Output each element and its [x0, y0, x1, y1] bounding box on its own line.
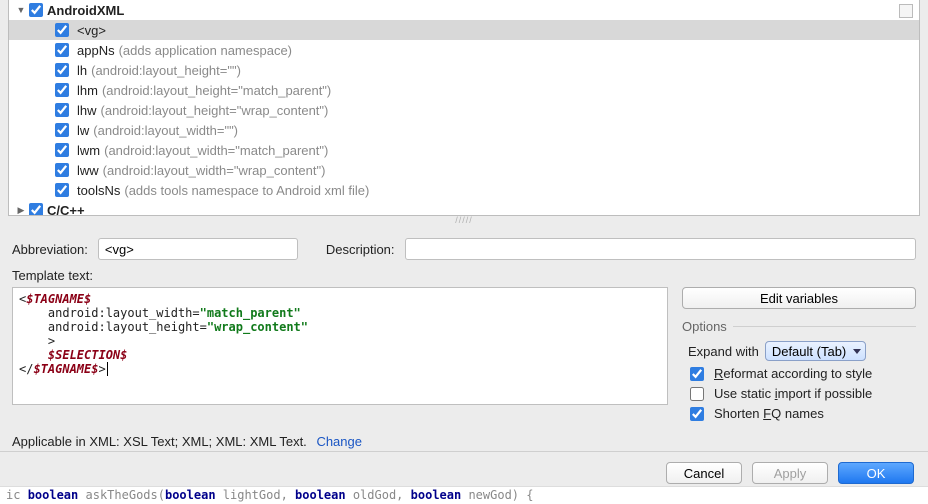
item-checkbox[interactable]	[55, 143, 69, 157]
item-abbr: lhw	[77, 103, 97, 118]
group-label: AndroidXML	[47, 3, 124, 18]
item-desc: (android:layout_height="match_parent")	[102, 83, 331, 98]
item-checkbox[interactable]	[55, 183, 69, 197]
template-tree[interactable]: ▼ AndroidXML <vg> appNs (adds applicatio…	[8, 0, 920, 216]
template-text-label: Template text:	[12, 268, 916, 283]
options-legend: Options	[682, 319, 733, 334]
item-abbr: lhm	[77, 83, 98, 98]
change-contexts-link[interactable]: Change	[316, 434, 362, 449]
group-checkbox[interactable]	[29, 203, 43, 216]
item-abbr: toolsNs	[77, 183, 120, 198]
tree-item[interactable]: lhm (android:layout_height="match_parent…	[9, 80, 919, 100]
static-import-checkbox[interactable]	[690, 387, 704, 401]
tree-group-androidxml[interactable]: ▼ AndroidXML	[9, 0, 919, 20]
item-desc: (adds application namespace)	[119, 43, 292, 58]
edit-variables-button[interactable]: Edit variables	[682, 287, 916, 309]
tree-item[interactable]: lw (android:layout_width="")	[9, 120, 919, 140]
tree-item[interactable]: lww (android:layout_width="wrap_content"…	[9, 160, 919, 180]
item-checkbox[interactable]	[55, 103, 69, 117]
expand-with-label: Expand with	[688, 344, 759, 359]
tree-item[interactable]: lh (android:layout_height="")	[9, 60, 919, 80]
item-abbr: lw	[77, 123, 89, 138]
tree-item[interactable]: <vg>	[9, 20, 919, 40]
apply-button[interactable]: Apply	[752, 462, 828, 484]
abbreviation-label: Abbreviation:	[12, 242, 88, 257]
shorten-fq-checkbox[interactable]	[690, 407, 704, 421]
disclosure-right-icon[interactable]: ▶	[15, 204, 27, 216]
item-abbr: lwm	[77, 143, 100, 158]
shorten-fq-label: Shorten FQ names	[714, 406, 824, 421]
item-desc: (android:layout_width="match_parent")	[104, 143, 328, 158]
reformat-label: Reformat according to style	[714, 366, 872, 381]
applicable-contexts: Applicable in XML: XSL Text; XML; XML: X…	[12, 434, 916, 449]
item-checkbox[interactable]	[55, 83, 69, 97]
item-checkbox[interactable]	[55, 63, 69, 77]
item-checkbox[interactable]	[55, 123, 69, 137]
static-import-label: Use static import if possible	[714, 386, 872, 401]
template-var: $SELECTION$	[48, 348, 127, 362]
item-desc: (android:layout_height="wrap_content")	[101, 103, 329, 118]
item-desc: (android:layout_width="")	[93, 123, 238, 138]
template-var: $TAGNAME$	[33, 362, 98, 376]
item-abbr: lh	[77, 63, 87, 78]
expand-with-select[interactable]: Default (Tab)	[765, 341, 866, 361]
item-abbr: lww	[77, 163, 99, 178]
group-checkbox[interactable]	[29, 3, 43, 17]
group-label: C/C++	[47, 203, 85, 217]
item-desc: (adds tools namespace to Android xml fil…	[124, 183, 369, 198]
description-label: Description:	[326, 242, 395, 257]
tree-item[interactable]: toolsNs (adds tools namespace to Android…	[9, 180, 919, 200]
tree-item[interactable]: appNs (adds application namespace)	[9, 40, 919, 60]
description-input[interactable]	[405, 238, 916, 260]
item-desc: (android:layout_height="")	[91, 63, 241, 78]
ok-button[interactable]: OK	[838, 462, 914, 484]
template-var: $TAGNAME$	[26, 292, 91, 306]
tree-item[interactable]: lhw (android:layout_height="wrap_content…	[9, 100, 919, 120]
cancel-button[interactable]: Cancel	[666, 462, 742, 484]
template-text-editor[interactable]: <$TAGNAME$ android:layout_width="match_p…	[12, 287, 668, 405]
text-caret	[107, 362, 108, 376]
background-code-strip: ic boolean askTheGods(boolean lightGod, …	[0, 486, 928, 504]
item-checkbox[interactable]	[55, 163, 69, 177]
item-abbr: <vg>	[77, 23, 106, 38]
item-checkbox[interactable]	[55, 23, 69, 37]
reformat-checkbox[interactable]	[690, 367, 704, 381]
item-abbr: appNs	[77, 43, 115, 58]
tree-group-cc[interactable]: ▶ C/C++	[9, 200, 919, 216]
item-checkbox[interactable]	[55, 43, 69, 57]
abbreviation-input[interactable]	[98, 238, 298, 260]
tree-item[interactable]: lwm (android:layout_width="match_parent"…	[9, 140, 919, 160]
options-fieldset: Options Expand with Default (Tab) Reform…	[682, 319, 916, 424]
tree-options-icon[interactable]	[899, 4, 913, 18]
disclosure-down-icon[interactable]: ▼	[15, 4, 27, 16]
dialog-footer: Cancel Apply OK	[0, 451, 928, 484]
vertical-resize-handle[interactable]: /////	[0, 216, 928, 224]
item-desc: (android:layout_width="wrap_content")	[103, 163, 326, 178]
